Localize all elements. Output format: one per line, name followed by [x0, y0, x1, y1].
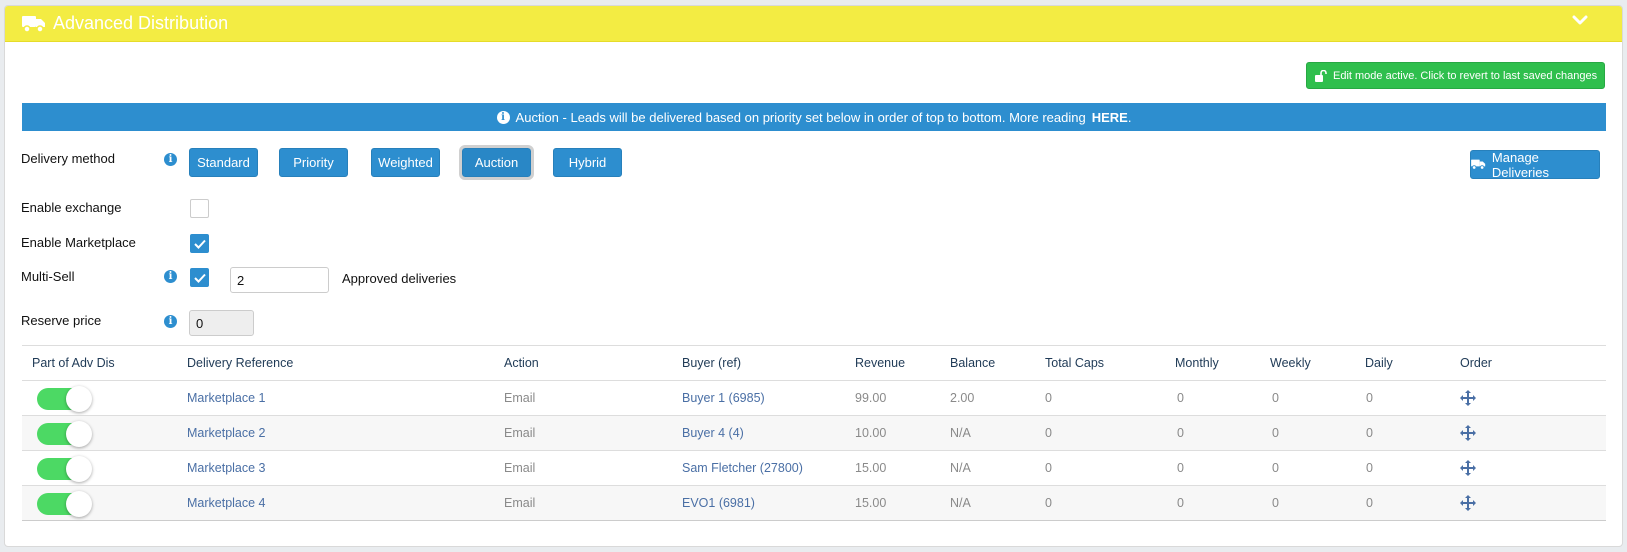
total-caps-cell: 0 [1045, 461, 1052, 475]
method-hybrid-button[interactable]: Hybrid [553, 148, 622, 177]
delivery-reference-link[interactable]: Marketplace 1 [187, 391, 266, 405]
approved-deliveries-label: Approved deliveries [342, 271, 457, 286]
multi-sell-label: Multi-Sell [21, 269, 75, 284]
col-part-of-adv-dis: Part of Adv Dis [32, 356, 115, 370]
total-caps-cell: 0 [1045, 496, 1052, 510]
enable-marketplace-checkbox[interactable] [190, 234, 209, 253]
col-delivery-reference: Delivery Reference [187, 356, 294, 370]
weekly-cell: 0 [1272, 496, 1279, 510]
adv-dis-toggle[interactable] [37, 421, 92, 447]
enable-exchange-checkbox[interactable] [190, 199, 209, 218]
table-row: Marketplace 2 Email Buyer 4 (4) 10.00 N/… [22, 415, 1606, 451]
check-icon [194, 239, 206, 249]
method-auction-button[interactable]: Auction [459, 145, 534, 180]
info-icon[interactable]: i [164, 315, 177, 328]
enable-marketplace-label: Enable Marketplace [21, 235, 136, 250]
info-icon: i [496, 110, 510, 124]
col-balance: Balance [950, 356, 996, 370]
truck-icon [22, 16, 45, 33]
check-icon [194, 273, 206, 283]
weekly-cell: 0 [1272, 391, 1279, 405]
monthly-cell: 0 [1177, 426, 1184, 440]
monthly-cell: 0 [1177, 461, 1184, 475]
action-cell: Email [504, 391, 536, 405]
revenue-cell: 10.00 [855, 426, 887, 440]
info-icon[interactable]: i [164, 153, 177, 166]
move-icon[interactable] [1460, 495, 1476, 511]
panel-title: Advanced Distribution [53, 13, 229, 33]
delivery-reference-link[interactable]: Marketplace 4 [187, 496, 266, 510]
action-cell: Email [504, 496, 536, 510]
move-icon[interactable] [1460, 425, 1476, 441]
col-order: Order [1460, 356, 1492, 370]
revenue-cell: 15.00 [855, 461, 887, 475]
unlock-icon [1315, 69, 1327, 82]
info-icon[interactable]: i [164, 270, 177, 283]
col-weekly: Weekly [1270, 356, 1311, 370]
truck-icon [1471, 159, 1486, 170]
col-monthly: Monthly [1175, 356, 1219, 370]
monthly-cell: 0 [1177, 496, 1184, 510]
edit-mode-button[interactable]: Edit mode active. Click to revert to las… [1306, 62, 1606, 89]
move-icon[interactable] [1460, 390, 1476, 406]
info-bar-text: Auction - Leads will be delivered based … [515, 109, 1086, 125]
table-bottom-border [22, 520, 1606, 521]
move-icon[interactable] [1460, 460, 1476, 476]
table-header-row: Part of Adv Dis Delivery Reference Actio… [22, 345, 1606, 381]
multi-sell-input[interactable] [230, 267, 329, 293]
multi-sell-checkbox[interactable] [190, 268, 209, 287]
col-daily: Daily [1365, 356, 1393, 370]
delivery-method-label: Delivery method [21, 151, 115, 166]
buyer-link[interactable]: Sam Fletcher (27800) [682, 461, 803, 475]
info-bar-suffix: . [1127, 109, 1132, 125]
weekly-cell: 0 [1272, 461, 1279, 475]
balance-cell: N/A [950, 461, 971, 475]
revenue-cell: 15.00 [855, 496, 887, 510]
col-revenue: Revenue [855, 356, 906, 370]
panel-header[interactable]: Advanced Distribution [5, 6, 1622, 42]
buyer-link[interactable]: EVO1 (6981) [682, 496, 755, 510]
balance-cell: 2.00 [950, 391, 975, 405]
table-row: Marketplace 3 Email Sam Fletcher (27800)… [22, 450, 1606, 486]
reserve-price-input [189, 310, 254, 336]
buyer-link[interactable]: Buyer 4 (4) [682, 426, 744, 440]
table-row: Marketplace 4 Email EVO1 (6981) 15.00 N/… [22, 485, 1606, 521]
chevron-down-icon[interactable] [1572, 15, 1588, 27]
balance-cell: N/A [950, 496, 971, 510]
weekly-cell: 0 [1272, 426, 1279, 440]
advanced-distribution-panel: Advanced Distribution Edit mode active. … [4, 5, 1623, 547]
revenue-cell: 99.00 [855, 391, 887, 405]
manage-deliveries-label: Manage Deliveries [1491, 149, 1549, 180]
monthly-cell: 0 [1177, 391, 1184, 405]
col-action: Action [504, 356, 539, 370]
edit-mode-label: Edit mode active. Click to revert to las… [1333, 69, 1598, 82]
table-row: Marketplace 1 Email Buyer 1 (6985) 99.00… [22, 380, 1606, 416]
action-cell: Email [504, 426, 536, 440]
enable-exchange-label: Enable exchange [21, 200, 122, 215]
delivery-reference-link[interactable]: Marketplace 2 [187, 426, 266, 440]
method-standard-button[interactable]: Standard [189, 148, 258, 177]
col-buyer: Buyer (ref) [682, 356, 742, 370]
col-total-caps: Total Caps [1045, 356, 1105, 370]
total-caps-cell: 0 [1045, 391, 1052, 405]
manage-deliveries-button[interactable]: Manage Deliveries [1470, 149, 1600, 180]
method-priority-button[interactable]: Priority [279, 148, 348, 177]
reserve-price-label: Reserve price [21, 313, 102, 328]
daily-cell: 0 [1366, 391, 1373, 405]
buyer-link[interactable]: Buyer 1 (6985) [682, 391, 765, 405]
adv-dis-toggle[interactable] [37, 456, 92, 482]
delivery-reference-link[interactable]: Marketplace 3 [187, 461, 266, 475]
info-bar: i Auction - Leads will be delivered base… [22, 103, 1606, 131]
daily-cell: 0 [1366, 461, 1373, 475]
adv-dis-toggle[interactable] [37, 386, 92, 412]
total-caps-cell: 0 [1045, 426, 1052, 440]
action-cell: Email [504, 461, 536, 475]
balance-cell: N/A [950, 426, 971, 440]
adv-dis-toggle[interactable] [37, 491, 92, 517]
method-weighted-button[interactable]: Weighted [371, 148, 440, 177]
daily-cell: 0 [1366, 426, 1373, 440]
info-bar-link[interactable]: HERE [1092, 110, 1128, 125]
daily-cell: 0 [1366, 496, 1373, 510]
